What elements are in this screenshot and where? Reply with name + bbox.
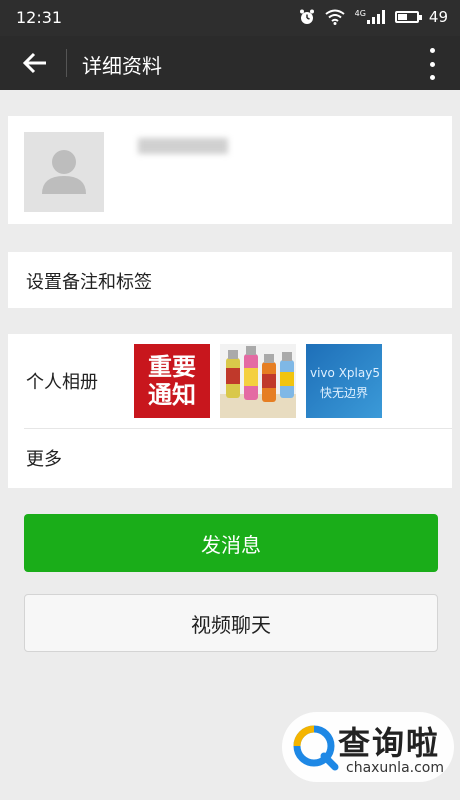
avatar[interactable] <box>24 132 104 212</box>
status-icons: 4G 49 <box>299 8 448 26</box>
battery-level: 49 <box>428 8 448 26</box>
default-avatar-icon <box>42 150 86 194</box>
remark-tags-row[interactable]: 设置备注和标签 <box>8 252 452 308</box>
nickname <box>138 138 228 154</box>
album-thumbnails: 重要 通知 vivo Xplay5 快无边界 <box>134 344 382 418</box>
page-title: 详细资料 <box>82 54 162 78</box>
thumb-text-line2: 通知 <box>148 381 196 409</box>
album-thumb-vivo: vivo Xplay5 快无边界 <box>306 344 382 418</box>
battery-icon <box>394 11 422 23</box>
watermark-url: chaxunla.com <box>346 760 444 776</box>
send-message-button[interactable]: 发消息 <box>24 514 438 572</box>
watermark: 查询啦 chaxunla.com <box>282 712 454 782</box>
signal-icon <box>366 10 385 24</box>
title-divider <box>66 49 67 77</box>
album-thumb-notice: 重要 通知 <box>134 344 210 418</box>
more-row[interactable]: 更多 <box>8 429 452 488</box>
video-chat-button[interactable]: 视频聊天 <box>24 594 438 652</box>
status-time: 12:31 <box>16 8 63 27</box>
title-bar: 详细资料 <box>0 36 460 90</box>
more-menu-icon[interactable] <box>426 48 438 80</box>
thumb-text-line1: vivo Xplay5 <box>310 366 380 380</box>
album-thumb-bottles <box>220 344 296 418</box>
back-arrow-icon[interactable] <box>18 46 52 80</box>
watermark-text: 查询啦 <box>338 724 441 762</box>
thumb-text-line2: 快无边界 <box>320 386 369 400</box>
thumb-text-line1: 重要 <box>148 353 196 381</box>
profile-card[interactable] <box>8 116 452 224</box>
personal-album-row[interactable]: 个人相册 重要 通知 vivo Xplay5 快无边界 <box>8 334 452 428</box>
network-type: 4G <box>354 9 366 18</box>
more-label: 更多 <box>26 449 62 470</box>
album-section: 个人相册 重要 通知 vivo Xplay5 快无边界 更多 <box>8 334 452 488</box>
alarm-icon <box>299 9 314 24</box>
personal-album-label: 个人相册 <box>26 372 98 393</box>
wifi-icon <box>324 9 345 25</box>
watermark-logo-icon <box>293 725 339 771</box>
battery-fill <box>397 14 407 20</box>
status-bar: 12:31 4G 49 <box>0 0 460 36</box>
remark-tags-label: 设置备注和标签 <box>26 272 152 293</box>
